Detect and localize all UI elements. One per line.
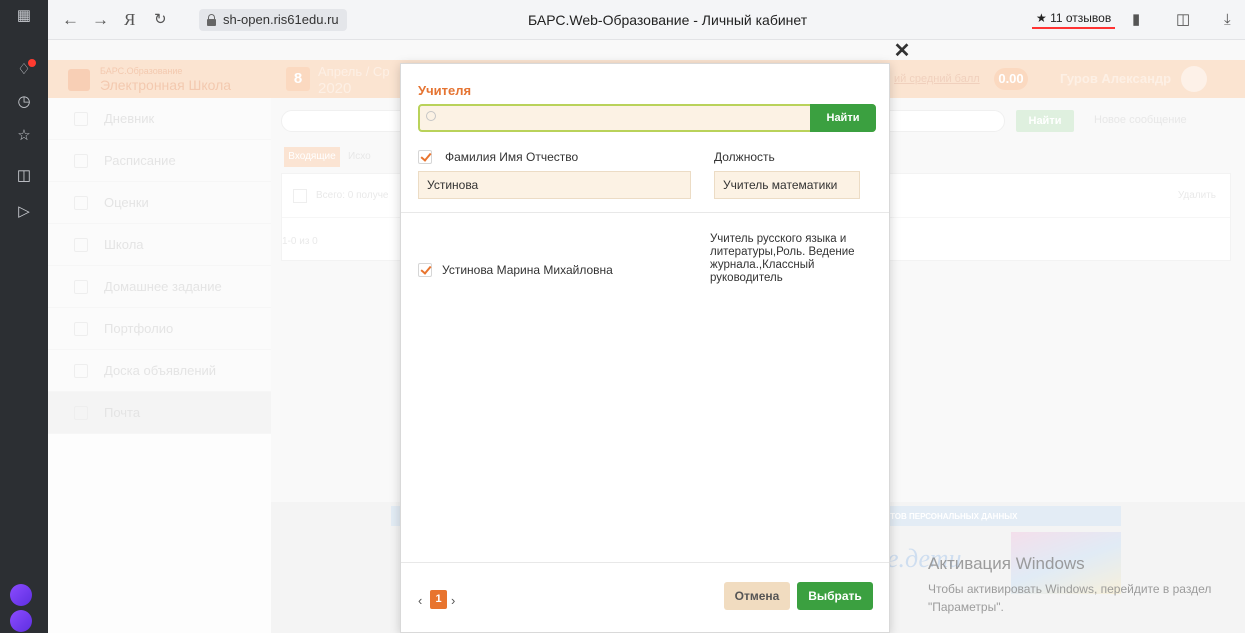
reviews-label: 11 отзывов <box>1050 11 1112 25</box>
browser-toolbar: ← → Я ↻ sh-open.ris61edu.ru БАРС.Web-Обр… <box>48 0 1245 40</box>
alice-icon[interactable] <box>10 584 32 606</box>
next-page-icon[interactable]: › <box>451 593 455 608</box>
teacher-search-input[interactable] <box>442 108 802 128</box>
grid-icon[interactable]: ▦ <box>12 4 36 28</box>
reviews-button[interactable]: ★ 11 отзывов <box>1032 9 1116 29</box>
fio-filter-input[interactable] <box>419 172 690 198</box>
column-header-position: Должность <box>714 150 775 164</box>
star-icon[interactable]: ☆ <box>12 124 36 148</box>
url-text: sh-open.ris61edu.ru <box>223 12 339 27</box>
download-icon[interactable]: ⤓ <box>1224 0 1231 40</box>
fio-column-checkbox[interactable] <box>418 150 432 164</box>
fio-filter-field <box>418 171 691 199</box>
yandex-logo-icon[interactable]: Я <box>124 0 135 40</box>
windows-activation-title: Активация Windows <box>928 554 1085 573</box>
reload-icon[interactable]: ↻ <box>154 0 167 40</box>
history-icon[interactable]: ◷ <box>12 90 36 114</box>
teacher-position: Учитель русского языка и литературы,Роль… <box>710 233 855 284</box>
browser-side-panel: ▦ ♢ ◷ ☆ ◫ ▷ <box>0 0 48 633</box>
back-arrow-icon[interactable]: ← <box>62 0 79 40</box>
alice-voice-icon[interactable] <box>10 610 32 632</box>
dialog-title: Учителя <box>418 83 472 98</box>
column-header-fio: Фамилия Имя Отчество <box>445 150 579 164</box>
search-icon <box>426 111 436 121</box>
cancel-button[interactable]: Отмена <box>724 582 790 610</box>
lock-icon <box>207 14 216 26</box>
find-button[interactable]: Найти <box>810 104 876 132</box>
bookmark-icon[interactable]: ▮ <box>1132 0 1140 40</box>
bell-icon[interactable]: ♢ <box>12 58 36 82</box>
teacher-search-box: Найти <box>418 104 876 132</box>
forward-arrow-icon[interactable]: → <box>92 0 109 40</box>
address-bar[interactable]: sh-open.ris61edu.ru <box>199 9 347 31</box>
prev-page-icon[interactable]: ‹ <box>418 593 422 608</box>
windows-activation-subtitle: Чтобы активировать Windows, перейдите в … <box>928 582 1212 614</box>
close-icon[interactable]: ✕ <box>893 41 911 61</box>
page-title: БАРС.Web-Образование - Личный кабинет <box>528 12 808 28</box>
teachers-dialog: Учителя Найти Фамилия Имя Отчество Должн… <box>400 63 890 633</box>
dialog-footer: ‹ 1 › Отмена Выбрать <box>401 562 889 632</box>
select-button[interactable]: Выбрать <box>797 582 873 610</box>
play-icon[interactable]: ▷ <box>12 200 36 224</box>
current-page[interactable]: 1 <box>430 590 447 609</box>
teacher-name[interactable]: Устинова Марина Михайловна <box>442 263 613 277</box>
star-filled-icon: ★ <box>1036 11 1047 25</box>
extensions-icon[interactable]: ◫ <box>1176 0 1190 40</box>
divider <box>401 212 889 213</box>
result-checkbox[interactable] <box>418 263 432 277</box>
position-filter-field <box>714 171 860 199</box>
notification-badge <box>28 59 36 67</box>
position-filter-input[interactable] <box>715 172 859 198</box>
collections-icon[interactable]: ◫ <box>12 164 36 188</box>
